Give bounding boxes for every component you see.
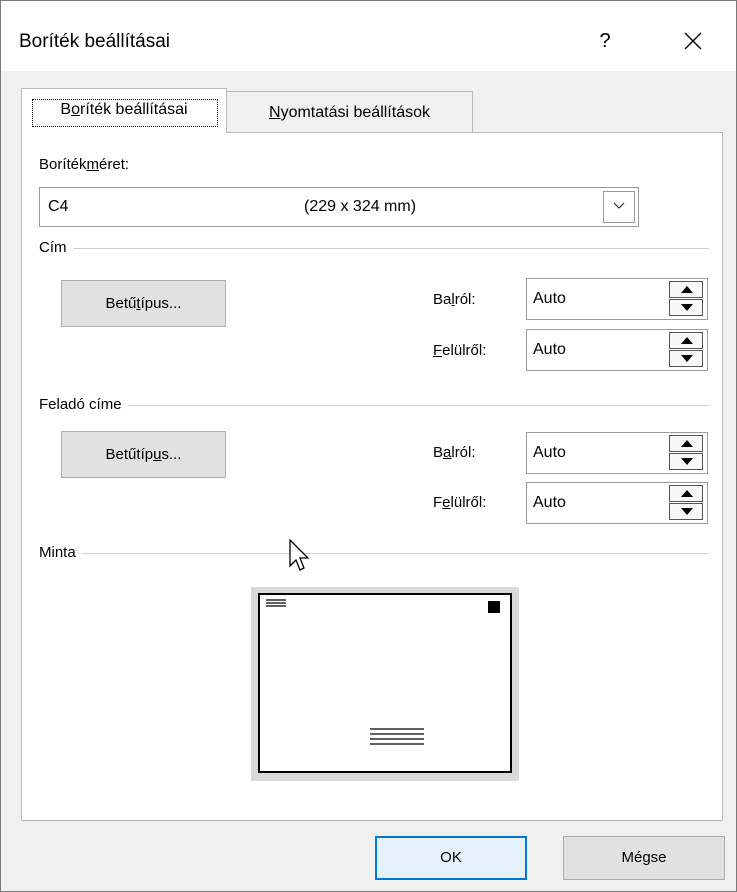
envelope-size-value: C4: [48, 198, 69, 215]
envelope-options-dialog: Boríték beállításai ? Boríték beállítása…: [0, 0, 737, 892]
return-address-from-top-spinner[interactable]: Auto: [526, 482, 708, 524]
address-from-top-value: Auto: [533, 341, 566, 358]
address-from-left-decrement[interactable]: [669, 299, 703, 316]
return-address-lines: [266, 599, 286, 607]
ok-button[interactable]: OK: [375, 836, 527, 880]
triangle-up-icon: [681, 337, 693, 344]
close-icon: [684, 32, 702, 50]
envelope-preview: [258, 593, 512, 773]
return-address-from-top-decrement[interactable]: [669, 503, 703, 520]
return-address-group-label: Feladó címe: [39, 396, 128, 413]
address-font-button[interactable]: Betűtípus...: [61, 280, 226, 327]
envelope-preview-graphic: [266, 599, 500, 745]
return-address-from-top-label: Felülről:: [433, 494, 487, 511]
preview-group-label: Minta: [39, 544, 82, 561]
help-button[interactable]: ?: [585, 25, 625, 57]
mouse-cursor-icon: [289, 539, 310, 571]
return-address-from-left-value: Auto: [533, 444, 566, 461]
tab-printing-options-label: Nyomtatási beállítások: [269, 104, 430, 121]
return-address-from-left-spinner[interactable]: Auto: [526, 432, 708, 474]
title-bar: Boríték beállításai ?: [1, 1, 736, 71]
triangle-down-icon: [681, 508, 693, 515]
envelope-size-dropdown-button[interactable]: [603, 191, 635, 223]
address-from-top-decrement[interactable]: [669, 350, 703, 367]
cancel-button[interactable]: Mégse: [563, 836, 725, 880]
stamp-icon: [488, 601, 500, 613]
triangle-down-icon: [681, 458, 693, 465]
triangle-down-icon: [681, 355, 693, 362]
address-lines: [370, 728, 424, 745]
address-group-label: Cím: [39, 239, 73, 256]
address-from-left-value: Auto: [533, 290, 566, 307]
return-address-font-button[interactable]: Betűtípus...: [61, 431, 226, 478]
triangle-down-icon: [681, 304, 693, 311]
return-address-group-divider: [39, 405, 709, 406]
return-address-from-left-decrement[interactable]: [669, 453, 703, 470]
envelope-size-select[interactable]: C4 (229 x 324 mm): [39, 187, 639, 227]
tab-envelope-options[interactable]: Boríték beállításai: [21, 88, 227, 133]
triangle-up-icon: [681, 440, 693, 447]
chevron-down-icon: [613, 202, 625, 209]
triangle-up-icon: [681, 286, 693, 293]
address-from-top-spinner[interactable]: Auto: [526, 329, 708, 371]
dialog-title: Boríték beállításai: [19, 31, 171, 52]
address-from-top-increment[interactable]: [669, 332, 703, 349]
return-address-from-left-increment[interactable]: [669, 435, 703, 452]
address-from-top-label: Felülről:: [433, 342, 487, 359]
envelope-size-dimensions: (229 x 324 mm): [304, 198, 417, 215]
address-from-left-spinner[interactable]: Auto: [526, 278, 708, 320]
return-address-from-top-value: Auto: [533, 494, 566, 511]
tab-envelope-options-label: Boríték beállításai: [60, 101, 188, 118]
return-address-from-left-label: Balról:: [433, 444, 476, 461]
address-from-left-increment[interactable]: [669, 281, 703, 298]
tab-printing-options[interactable]: Nyomtatási beállítások: [226, 91, 473, 133]
triangle-up-icon: [681, 490, 693, 497]
address-group-divider: [39, 248, 709, 249]
address-from-left-label: Balról:: [433, 291, 476, 308]
envelope-size-label: Borítékméret:: [39, 156, 130, 173]
preview-group-divider: [39, 553, 709, 554]
close-button[interactable]: [673, 23, 713, 59]
return-address-from-top-increment[interactable]: [669, 485, 703, 502]
